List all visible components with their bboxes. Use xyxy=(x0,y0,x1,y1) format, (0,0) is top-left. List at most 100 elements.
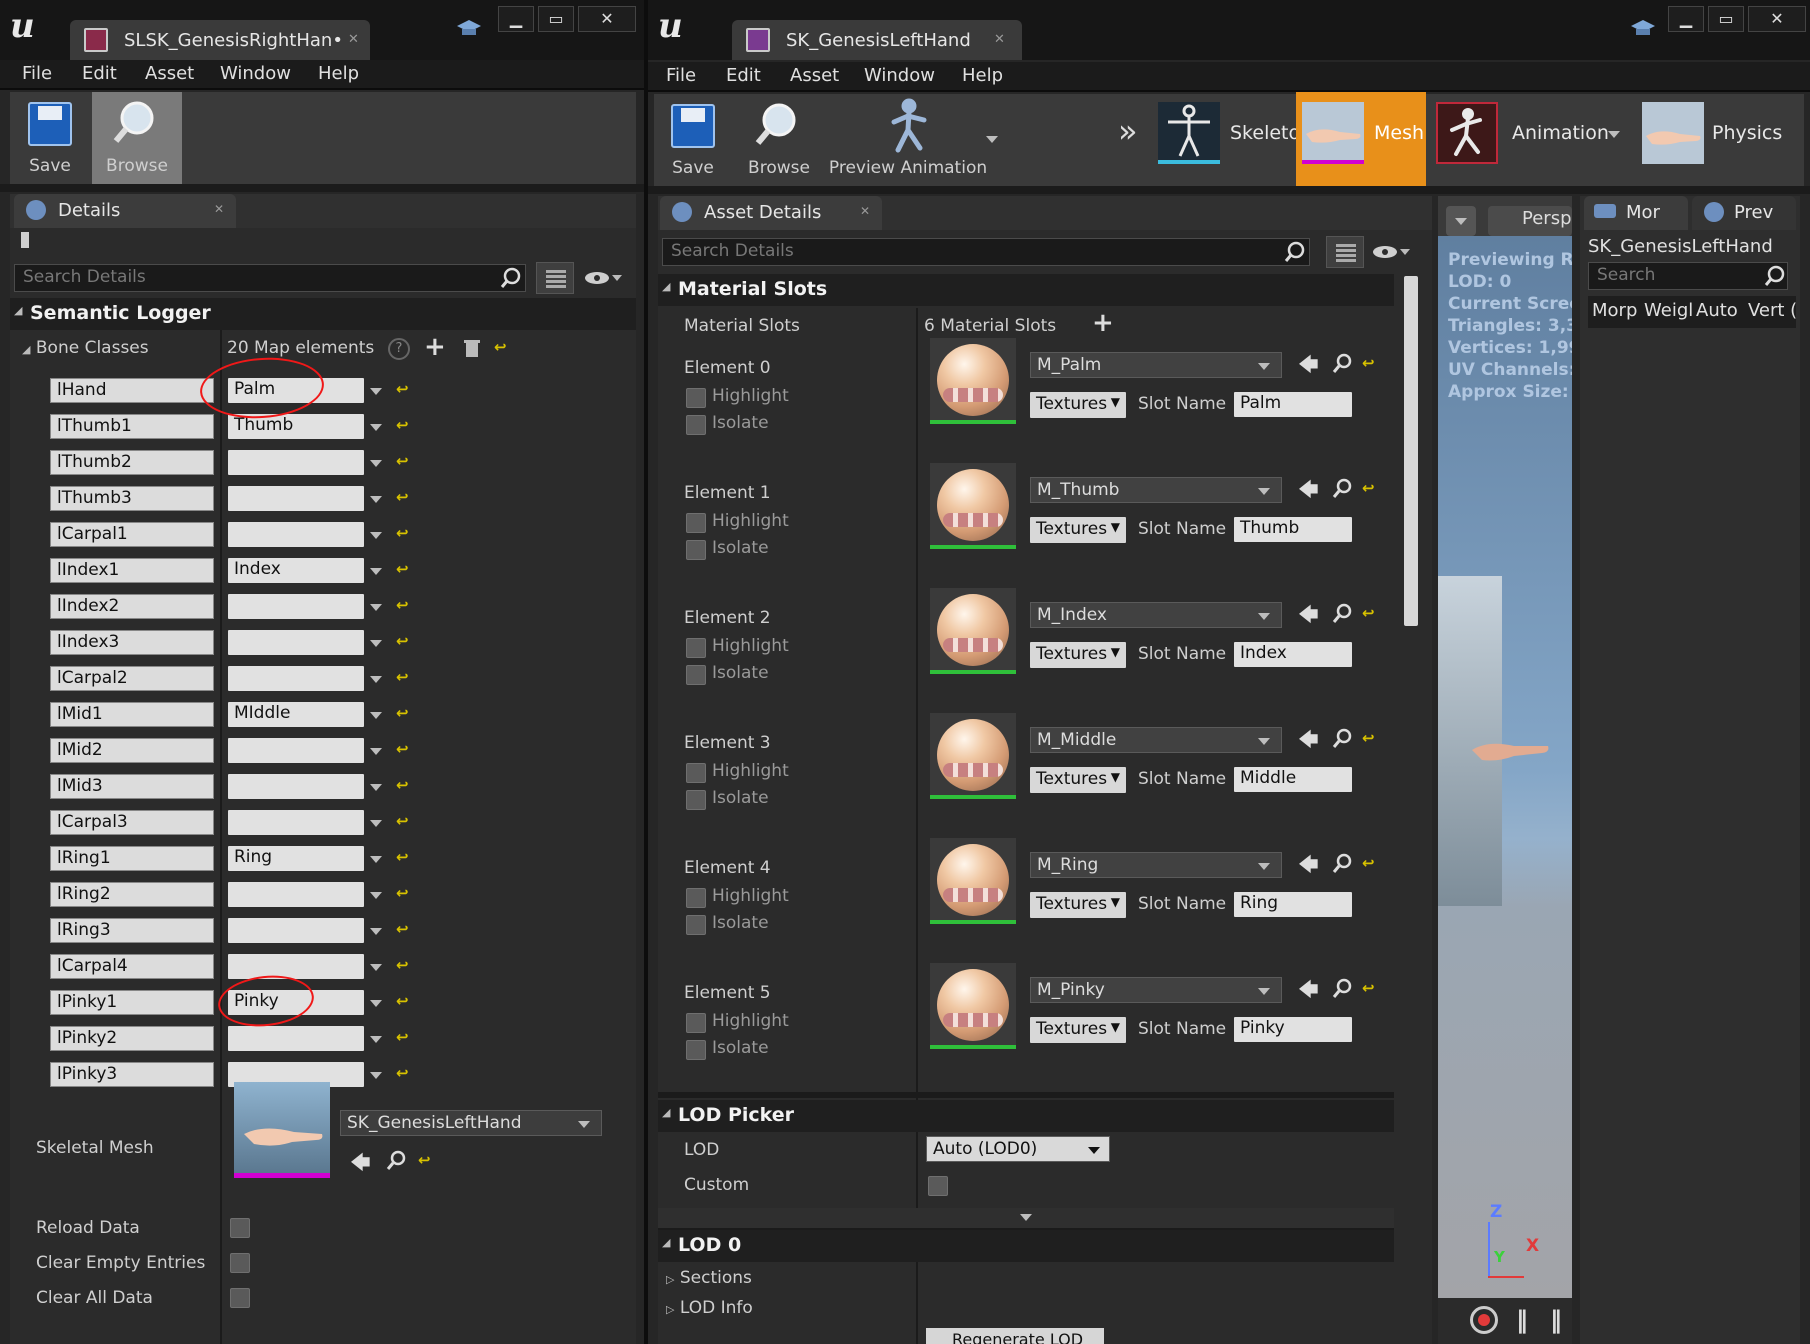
use-selected-arrow-icon[interactable]: 🡄 xyxy=(1298,600,1319,634)
bone-value-field[interactable] xyxy=(228,1026,364,1051)
row-options-chevron-icon[interactable] xyxy=(370,532,382,539)
reset-material-icon[interactable]: ↩ xyxy=(1362,604,1375,622)
browse-button[interactable]: Browse xyxy=(92,92,182,184)
semantic-logger-header[interactable]: Semantic Logger xyxy=(10,298,636,330)
menu-window[interactable]: Window xyxy=(220,63,291,84)
material-thumbnail[interactable] xyxy=(930,713,1016,799)
reset-to-default-icon[interactable]: ↩ xyxy=(396,704,409,722)
close-window-button[interactable]: ✕ xyxy=(1748,6,1806,32)
minimize-button[interactable]: ▁ xyxy=(1668,6,1704,32)
column-vertices[interactable]: Vert ( xyxy=(1748,300,1796,321)
material-combo[interactable]: M_Middle xyxy=(1030,727,1282,753)
row-options-chevron-icon[interactable] xyxy=(370,640,382,647)
menu-asset[interactable]: Asset xyxy=(790,65,839,86)
slot-name-input[interactable]: Index xyxy=(1234,642,1352,667)
bone-key-field[interactable]: lPinky2 xyxy=(50,1026,214,1051)
reset-to-default-icon[interactable]: ↩ xyxy=(494,338,507,356)
isolate-checkbox[interactable] xyxy=(686,540,706,560)
details-tab[interactable]: Details ✕ xyxy=(14,194,236,228)
row-options-chevron-icon[interactable] xyxy=(370,712,382,719)
row-options-chevron-icon[interactable] xyxy=(370,892,382,899)
reset-to-default-icon[interactable]: ↩ xyxy=(396,416,409,434)
reset-to-default-icon[interactable]: ↩ xyxy=(396,1028,409,1046)
lod-info-row[interactable]: ▷ LOD Info xyxy=(666,1298,753,1318)
slot-name-input[interactable]: Middle xyxy=(1234,767,1352,792)
textures-dropdown[interactable]: Textures ▼ xyxy=(1030,767,1126,793)
eye-visibility-icon[interactable] xyxy=(1372,244,1412,260)
isolate-checkbox[interactable] xyxy=(686,415,706,435)
reset-mesh-icon[interactable]: ↩ xyxy=(418,1151,431,1169)
browse-to-asset-icon[interactable] xyxy=(1332,978,1352,998)
row-options-chevron-icon[interactable] xyxy=(370,1000,382,1007)
row-options-chevron-icon[interactable] xyxy=(370,748,382,755)
preview-animation-button[interactable]: Preview Animation xyxy=(828,94,988,186)
skeletal-mesh-combo[interactable]: SK_GenesisLeftHand xyxy=(340,1110,602,1136)
bone-key-field[interactable]: lMid2 xyxy=(50,738,214,763)
use-selected-arrow-icon[interactable]: 🡄 xyxy=(1298,350,1319,384)
bone-value-field[interactable] xyxy=(228,666,364,691)
highlight-checkbox[interactable] xyxy=(686,888,706,908)
row-options-chevron-icon[interactable] xyxy=(370,604,382,611)
row-options-chevron-icon[interactable] xyxy=(370,424,382,431)
reset-material-icon[interactable]: ↩ xyxy=(1362,354,1375,372)
browse-button[interactable]: Browse xyxy=(734,94,824,186)
menu-edit[interactable]: Edit xyxy=(726,65,761,86)
slot-name-input[interactable]: Pinky xyxy=(1234,1017,1352,1042)
row-options-chevron-icon[interactable] xyxy=(370,964,382,971)
reset-material-icon[interactable]: ↩ xyxy=(1362,729,1375,747)
reset-to-default-icon[interactable]: ↩ xyxy=(396,776,409,794)
bone-key-field[interactable]: lRing3 xyxy=(50,918,214,943)
reset-to-default-icon[interactable]: ↩ xyxy=(396,380,409,398)
add-element-icon[interactable]: + xyxy=(424,332,446,362)
bone-value-field[interactable] xyxy=(228,810,364,835)
reset-to-default-icon[interactable]: ↩ xyxy=(396,740,409,758)
menu-help[interactable]: Help xyxy=(962,65,1003,86)
menu-help[interactable]: Help xyxy=(318,63,359,84)
highlight-checkbox[interactable] xyxy=(686,513,706,533)
textures-dropdown[interactable]: Textures ▼ xyxy=(1030,892,1126,918)
row-options-chevron-icon[interactable] xyxy=(370,820,382,827)
bone-value-field[interactable]: Index xyxy=(228,558,364,583)
reset-to-default-icon[interactable]: ↩ xyxy=(396,956,409,974)
isolate-checkbox[interactable] xyxy=(686,665,706,685)
bone-key-field[interactable]: lMid1 xyxy=(50,702,214,727)
lod0-header[interactable]: LOD 0 xyxy=(658,1230,1394,1262)
highlight-checkbox[interactable] xyxy=(686,388,706,408)
morph-target-tab[interactable]: Mor xyxy=(1584,196,1688,230)
asset-details-search-input[interactable]: Search Details xyxy=(662,238,1310,266)
bone-value-field[interactable] xyxy=(228,486,364,511)
column-splitter[interactable] xyxy=(916,308,918,1344)
reset-to-default-icon[interactable]: ↩ xyxy=(396,632,409,650)
browse-to-asset-icon[interactable] xyxy=(1332,478,1352,498)
viewport-options-button[interactable] xyxy=(1446,206,1476,236)
isolate-checkbox[interactable] xyxy=(686,915,706,935)
reset-to-default-icon[interactable]: ↩ xyxy=(396,812,409,830)
close-details-tab-icon[interactable]: ✕ xyxy=(214,202,224,216)
close-asset-details-tab-icon[interactable]: ✕ xyxy=(860,204,870,218)
animation-mode-button[interactable]: Animation xyxy=(1430,94,1626,186)
material-thumbnail[interactable] xyxy=(930,338,1016,424)
details-search-input[interactable]: Search Details xyxy=(14,264,526,292)
use-selected-arrow-icon[interactable]: 🡄 xyxy=(1298,850,1319,884)
material-slots-header[interactable]: Material Slots xyxy=(658,274,1394,306)
lod-select[interactable]: Auto (LOD0) xyxy=(926,1136,1110,1162)
view-options-button[interactable] xyxy=(1326,236,1364,268)
row-options-chevron-icon[interactable] xyxy=(370,1072,382,1079)
use-selected-arrow-icon[interactable]: 🡄 xyxy=(1298,475,1319,509)
material-combo[interactable]: M_Thumb xyxy=(1030,477,1282,503)
bone-key-field[interactable]: lMid3 xyxy=(50,774,214,799)
highlight-checkbox[interactable] xyxy=(686,763,706,783)
material-thumbnail[interactable] xyxy=(930,588,1016,674)
regenerate-lod-button[interactable]: Regenerate LOD xyxy=(926,1328,1104,1344)
highlight-checkbox[interactable] xyxy=(686,1013,706,1033)
asset-details-tab[interactable]: Asset Details ✕ xyxy=(660,196,882,230)
bone-key-field[interactable]: lCarpal1 xyxy=(50,522,214,547)
reset-to-default-icon[interactable]: ↩ xyxy=(396,992,409,1010)
row-options-chevron-icon[interactable] xyxy=(370,460,382,467)
preview-settings-tab[interactable]: Prev xyxy=(1692,196,1796,230)
expand-advanced-bar[interactable] xyxy=(658,1208,1394,1228)
morph-search-input[interactable]: Search xyxy=(1588,262,1788,290)
row-options-chevron-icon[interactable] xyxy=(370,928,382,935)
viewport[interactable]: Persp Previewing Re LOD: 0 Current Scree… xyxy=(1438,196,1572,1344)
reset-to-default-icon[interactable]: ↩ xyxy=(396,488,409,506)
